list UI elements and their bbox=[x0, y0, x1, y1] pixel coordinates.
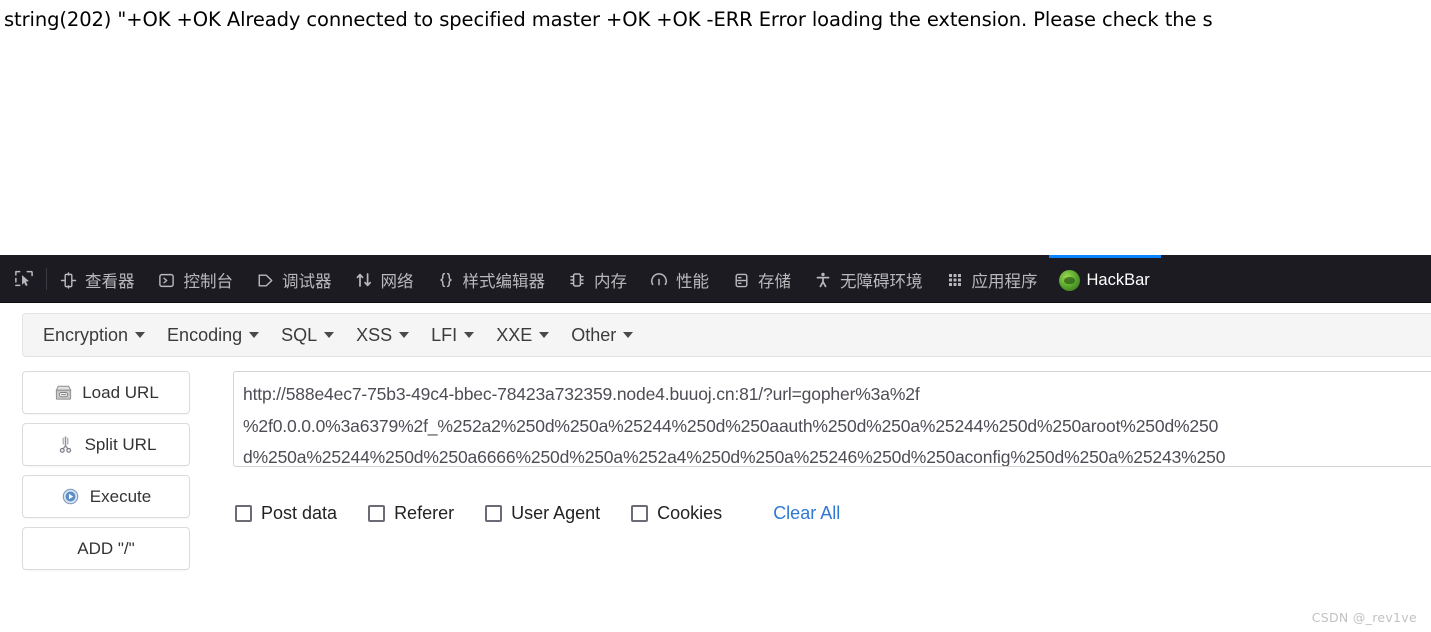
cookies-checkbox[interactable] bbox=[631, 505, 649, 522]
option-referer[interactable]: Referer bbox=[368, 503, 454, 524]
menu-lfi[interactable]: LFI bbox=[420, 322, 485, 349]
debugger-icon bbox=[255, 270, 275, 290]
execute-button[interactable]: Execute bbox=[22, 475, 190, 518]
tab-network[interactable]: 网络 bbox=[343, 255, 425, 302]
option-post-data[interactable]: Post data bbox=[235, 503, 337, 524]
hackbar-options-row: Post data Referer User Agent Cookies Cle… bbox=[235, 503, 840, 524]
tab-console[interactable]: 控制台 bbox=[146, 255, 245, 302]
option-user-agent[interactable]: User Agent bbox=[485, 503, 600, 524]
menu-xxe[interactable]: XXE bbox=[485, 322, 560, 349]
tab-debugger-label: 调试器 bbox=[282, 273, 332, 291]
execute-icon bbox=[61, 487, 81, 507]
chevron-down-icon bbox=[324, 332, 335, 338]
style-editor-icon bbox=[436, 270, 456, 290]
watermark: CSDN @_rev1ve bbox=[1311, 610, 1417, 625]
chevron-down-icon bbox=[539, 332, 550, 338]
hackbar-icon bbox=[1059, 269, 1080, 291]
menu-xxe-label: XXE bbox=[496, 324, 533, 345]
referer-checkbox[interactable] bbox=[368, 505, 386, 522]
page-output-area: string(202) "+OK +OK Already connected t… bbox=[0, 0, 1431, 255]
tab-application[interactable]: 应用程序 bbox=[934, 255, 1049, 302]
load-url-icon bbox=[53, 383, 73, 403]
tab-performance-label: 性能 bbox=[676, 273, 709, 291]
tab-accessibility-label: 无障碍环境 bbox=[840, 273, 923, 291]
menu-other[interactable]: Other bbox=[560, 322, 644, 349]
chevron-down-icon bbox=[623, 332, 634, 338]
tab-style-editor[interactable]: 样式编辑器 bbox=[425, 255, 557, 302]
menu-encoding-label: Encoding bbox=[167, 324, 243, 345]
add-slash-label: ADD "/" bbox=[77, 538, 135, 558]
element-picker-icon bbox=[14, 270, 33, 287]
menu-lfi-label: LFI bbox=[431, 324, 458, 345]
load-url-label: Load URL bbox=[82, 382, 159, 402]
element-picker-button[interactable] bbox=[0, 255, 46, 302]
user-agent-checkbox[interactable] bbox=[485, 505, 503, 522]
execute-label: Execute bbox=[89, 486, 152, 506]
add-slash-button[interactable]: ADD "/" bbox=[22, 527, 190, 570]
menu-encryption[interactable]: Encryption bbox=[32, 322, 156, 349]
post-data-label: Post data bbox=[261, 503, 338, 523]
storage-icon bbox=[731, 270, 751, 290]
var-dump-string: string(202) "+OK +OK Already connected t… bbox=[4, 8, 1213, 31]
menu-xss[interactable]: XSS bbox=[345, 322, 420, 349]
chevron-down-icon bbox=[249, 332, 260, 338]
chevron-down-icon bbox=[135, 332, 146, 338]
cookies-label: Cookies bbox=[657, 503, 723, 523]
menu-sql[interactable]: SQL bbox=[270, 322, 345, 349]
tab-storage[interactable]: 存储 bbox=[720, 255, 802, 302]
clear-all-link[interactable]: Clear All bbox=[773, 503, 840, 524]
tab-style-editor-label: 样式编辑器 bbox=[462, 273, 546, 291]
tab-debugger[interactable]: 调试器 bbox=[244, 255, 343, 302]
menu-encryption-label: Encryption bbox=[43, 324, 129, 345]
tab-inspector-label: 查看器 bbox=[85, 273, 135, 291]
menu-sql-label: SQL bbox=[281, 324, 318, 345]
tab-memory[interactable]: 内存 bbox=[556, 255, 638, 302]
url-line-1: http://588e4ec7-75b3-49c4-bbec-78423a732… bbox=[243, 384, 920, 404]
load-url-button[interactable]: Load URL bbox=[22, 371, 190, 414]
split-url-label: Split URL bbox=[84, 434, 157, 454]
hackbar-panel: Encryption Encoding SQL XSS LFI XXE Othe… bbox=[0, 303, 1431, 632]
tab-console-label: 控制台 bbox=[183, 273, 234, 291]
url-input[interactable]: http://588e4ec7-75b3-49c4-bbec-78423a732… bbox=[233, 371, 1431, 467]
hackbar-menubar: Encryption Encoding SQL XSS LFI XXE Othe… bbox=[22, 313, 1431, 357]
chevron-down-icon bbox=[399, 332, 410, 338]
chevron-down-icon bbox=[464, 332, 475, 338]
tab-performance[interactable]: 性能 bbox=[638, 255, 720, 302]
memory-icon bbox=[567, 270, 587, 290]
url-line-3: d%250a%25244%250d%250a6666%250d%250a%252… bbox=[243, 447, 1226, 467]
devtools-toolbox-tabbar: 查看器 控制台 调试器 网络 样式编辑器 内存 性能 存储 无障碍环境 应用程序… bbox=[0, 255, 1431, 303]
split-url-button[interactable]: Split URL bbox=[22, 423, 190, 466]
option-cookies[interactable]: Cookies bbox=[631, 503, 722, 524]
user-agent-label: User Agent bbox=[511, 503, 601, 523]
tab-hackbar-label: HackBar bbox=[1086, 270, 1150, 289]
tab-network-label: 网络 bbox=[380, 273, 414, 291]
inspector-icon bbox=[58, 270, 78, 290]
menu-xss-label: XSS bbox=[356, 324, 393, 345]
menu-encoding[interactable]: Encoding bbox=[156, 322, 270, 349]
network-icon bbox=[354, 270, 374, 290]
menu-other-label: Other bbox=[571, 324, 617, 345]
tab-hackbar[interactable]: HackBar bbox=[1048, 255, 1161, 302]
hackbar-action-buttons: Load URL Split URL Execute ADD "/" bbox=[22, 371, 190, 570]
tab-memory-label: 内存 bbox=[594, 273, 627, 291]
console-icon bbox=[157, 270, 177, 290]
url-line-2: %2f0.0.0.0%3a6379%2f_%252a2%250d%250a%25… bbox=[243, 415, 1219, 436]
tab-storage-label: 存储 bbox=[758, 273, 791, 291]
tab-accessibility[interactable]: 无障碍环境 bbox=[802, 255, 934, 302]
accessibility-icon bbox=[813, 270, 833, 290]
post-data-checkbox[interactable] bbox=[235, 505, 252, 522]
performance-icon bbox=[649, 270, 669, 290]
application-icon bbox=[945, 270, 965, 290]
split-url-icon bbox=[56, 435, 76, 455]
tab-application-label: 应用程序 bbox=[971, 273, 1038, 291]
tab-inspector[interactable]: 查看器 bbox=[47, 255, 146, 302]
referer-label: Referer bbox=[394, 503, 455, 523]
